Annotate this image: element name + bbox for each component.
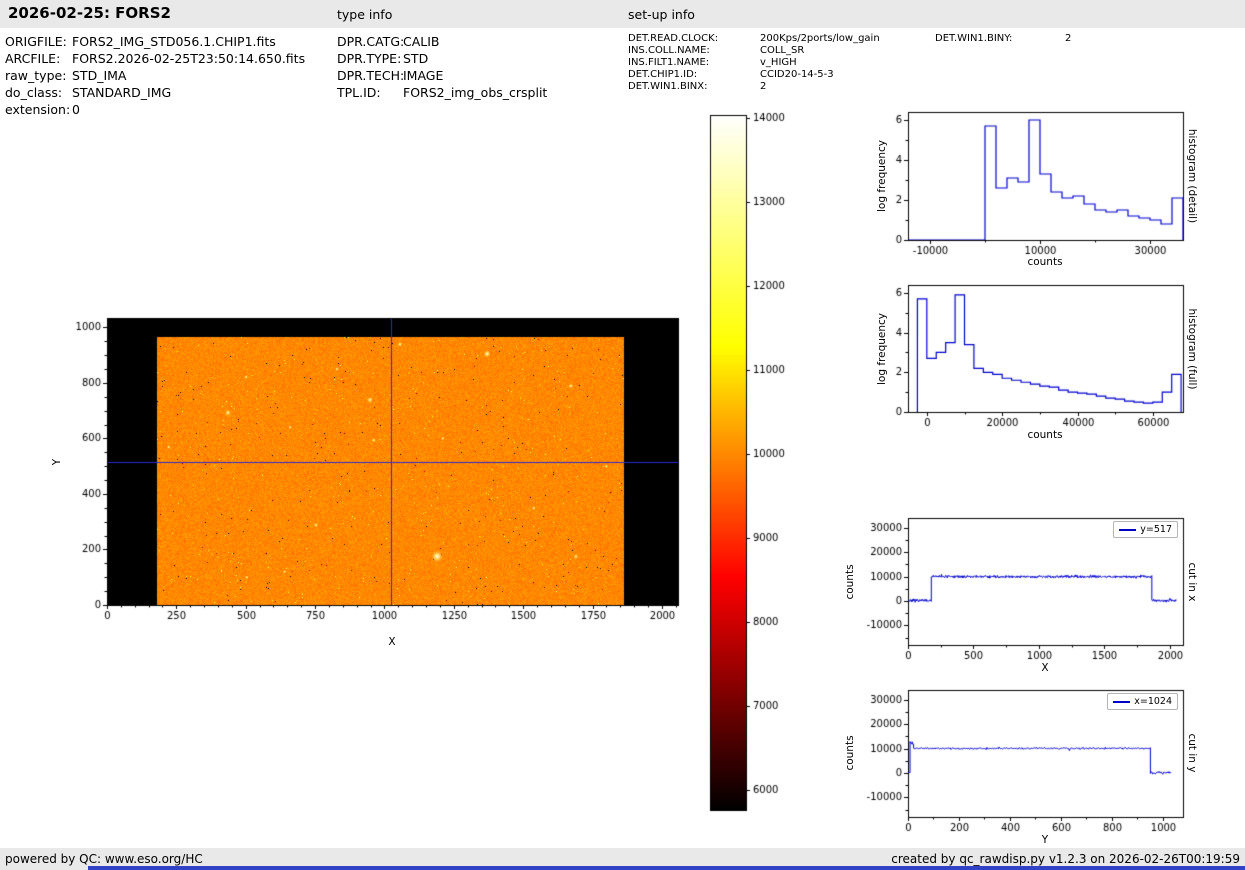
info-row: DET.WIN1.BINX:2 [628, 81, 880, 93]
setup-info-heading: set-up info [628, 7, 695, 22]
setup-info-block: DET.READ.CLOCK:200Kps/2ports/low_gain IN… [628, 33, 880, 93]
info-label: ORIGFILE: [5, 33, 72, 50]
info-value: STD_IMA [72, 68, 126, 83]
footer-right-text: created by qc_rawdisp.py v1.2.3 on 2026-… [891, 852, 1240, 866]
info-row: do_class:STANDARD_IMG [5, 84, 305, 101]
info-row: TPL.ID:FORS2_img_obs_crsplit [337, 84, 547, 101]
info-value: FORS2_img_obs_crsplit [403, 85, 547, 100]
info-row: DPR.CATG:CALIB [337, 33, 547, 50]
cut-y-legend: x=1024 [1107, 693, 1178, 710]
info-row: DET.WIN1.BINY:2 [935, 33, 1071, 45]
info-value: v_HIGH [760, 57, 797, 68]
info-value: 2 [1065, 33, 1071, 44]
info-label: DET.WIN1.BINY: [935, 33, 1065, 45]
info-row: INS.COLL.NAME:COLL_SR [628, 45, 880, 57]
info-value: STANDARD_IMG [72, 85, 171, 100]
main-image-ylabel: Y [51, 459, 63, 465]
info-label: DPR.TECH: [337, 67, 403, 84]
info-label: extension: [5, 101, 72, 118]
hist-full-ylabel: log frequency [876, 313, 888, 385]
info-row: INS.FILT1.NAME:v_HIGH [628, 57, 880, 69]
info-label: INS.FILT1.NAME: [628, 57, 760, 69]
info-value: 200Kps/2ports/low_gain [760, 33, 880, 44]
info-value: IMAGE [403, 68, 443, 83]
info-label: DET.READ.CLOCK: [628, 33, 760, 45]
header-bar: 2026-02-25: FORS2 type info set-up info [0, 0, 1245, 28]
cut-x-side-label: cut in x [1186, 562, 1198, 601]
file-info-block: ORIGFILE:FORS2_IMG_STD056.1.CHIP1.fits A… [5, 33, 305, 118]
footer-left-text: powered by QC: www.eso.org/HC [5, 852, 203, 866]
info-value: FORS2.2026-02-25T23:50:14.650.fits [72, 51, 305, 66]
info-label: DET.CHIP1.ID: [628, 69, 760, 81]
info-label: ARCFILE: [5, 50, 72, 67]
hist-full-side-label: histogram (full) [1186, 309, 1198, 390]
hist-detail-side-label: histogram (detail) [1186, 129, 1198, 223]
info-label: raw_type: [5, 67, 72, 84]
page-title: 2026-02-25: FORS2 [8, 4, 171, 22]
info-value: FORS2_IMG_STD056.1.CHIP1.fits [72, 34, 276, 49]
cut-x-ylabel: counts [844, 564, 856, 599]
info-row: DPR.TECH:IMAGE [337, 67, 547, 84]
cut-y-ylabel: counts [844, 735, 856, 770]
info-row: ORIGFILE:FORS2_IMG_STD056.1.CHIP1.fits [5, 33, 305, 50]
info-label: TPL.ID: [337, 84, 403, 101]
type-info-block: DPR.CATG:CALIB DPR.TYPE:STD DPR.TECH:IMA… [337, 33, 547, 101]
qc-report-page: 2026-02-25: FORS2 type info set-up info … [0, 0, 1245, 870]
info-label: DET.WIN1.BINX: [628, 81, 760, 93]
cut-x-legend: y=517 [1113, 521, 1178, 538]
info-row: raw_type:STD_IMA [5, 67, 305, 84]
info-row: extension:0 [5, 101, 305, 118]
info-label: DPR.TYPE: [337, 50, 403, 67]
info-label: INS.COLL.NAME: [628, 45, 760, 57]
cut-y-xlabel: Y [1042, 834, 1048, 846]
legend-label: x=1024 [1134, 696, 1172, 707]
info-label: DPR.CATG: [337, 33, 403, 50]
cut-x-xlabel: X [1041, 662, 1048, 674]
hist-detail-xlabel: counts [1027, 256, 1062, 268]
main-image-xlabel: X [388, 636, 395, 648]
info-row: DET.READ.CLOCK:200Kps/2ports/low_gain [628, 33, 880, 45]
type-info-heading: type info [337, 7, 392, 22]
bottom-accent-strip [88, 866, 1245, 870]
setup-info-extra-block: DET.WIN1.BINY:2 [935, 33, 1071, 45]
cut-y-side-label: cut in y [1186, 733, 1198, 772]
info-value: COLL_SR [760, 45, 804, 56]
legend-label: y=517 [1140, 524, 1172, 535]
info-label: do_class: [5, 84, 72, 101]
hist-full-xlabel: counts [1027, 429, 1062, 441]
info-row: ARCFILE:FORS2.2026-02-25T23:50:14.650.fi… [5, 50, 305, 67]
info-row: DET.CHIP1.ID:CCID20-14-5-3 [628, 69, 880, 81]
info-value: CALIB [403, 34, 440, 49]
info-value: STD [403, 51, 428, 66]
info-value: 0 [72, 102, 80, 117]
legend-line-sample [1119, 529, 1136, 531]
legend-line-sample [1113, 701, 1130, 703]
hist-detail-ylabel: log frequency [876, 140, 888, 212]
info-value: 2 [760, 81, 766, 92]
info-value: CCID20-14-5-3 [760, 69, 834, 80]
info-row: DPR.TYPE:STD [337, 50, 547, 67]
